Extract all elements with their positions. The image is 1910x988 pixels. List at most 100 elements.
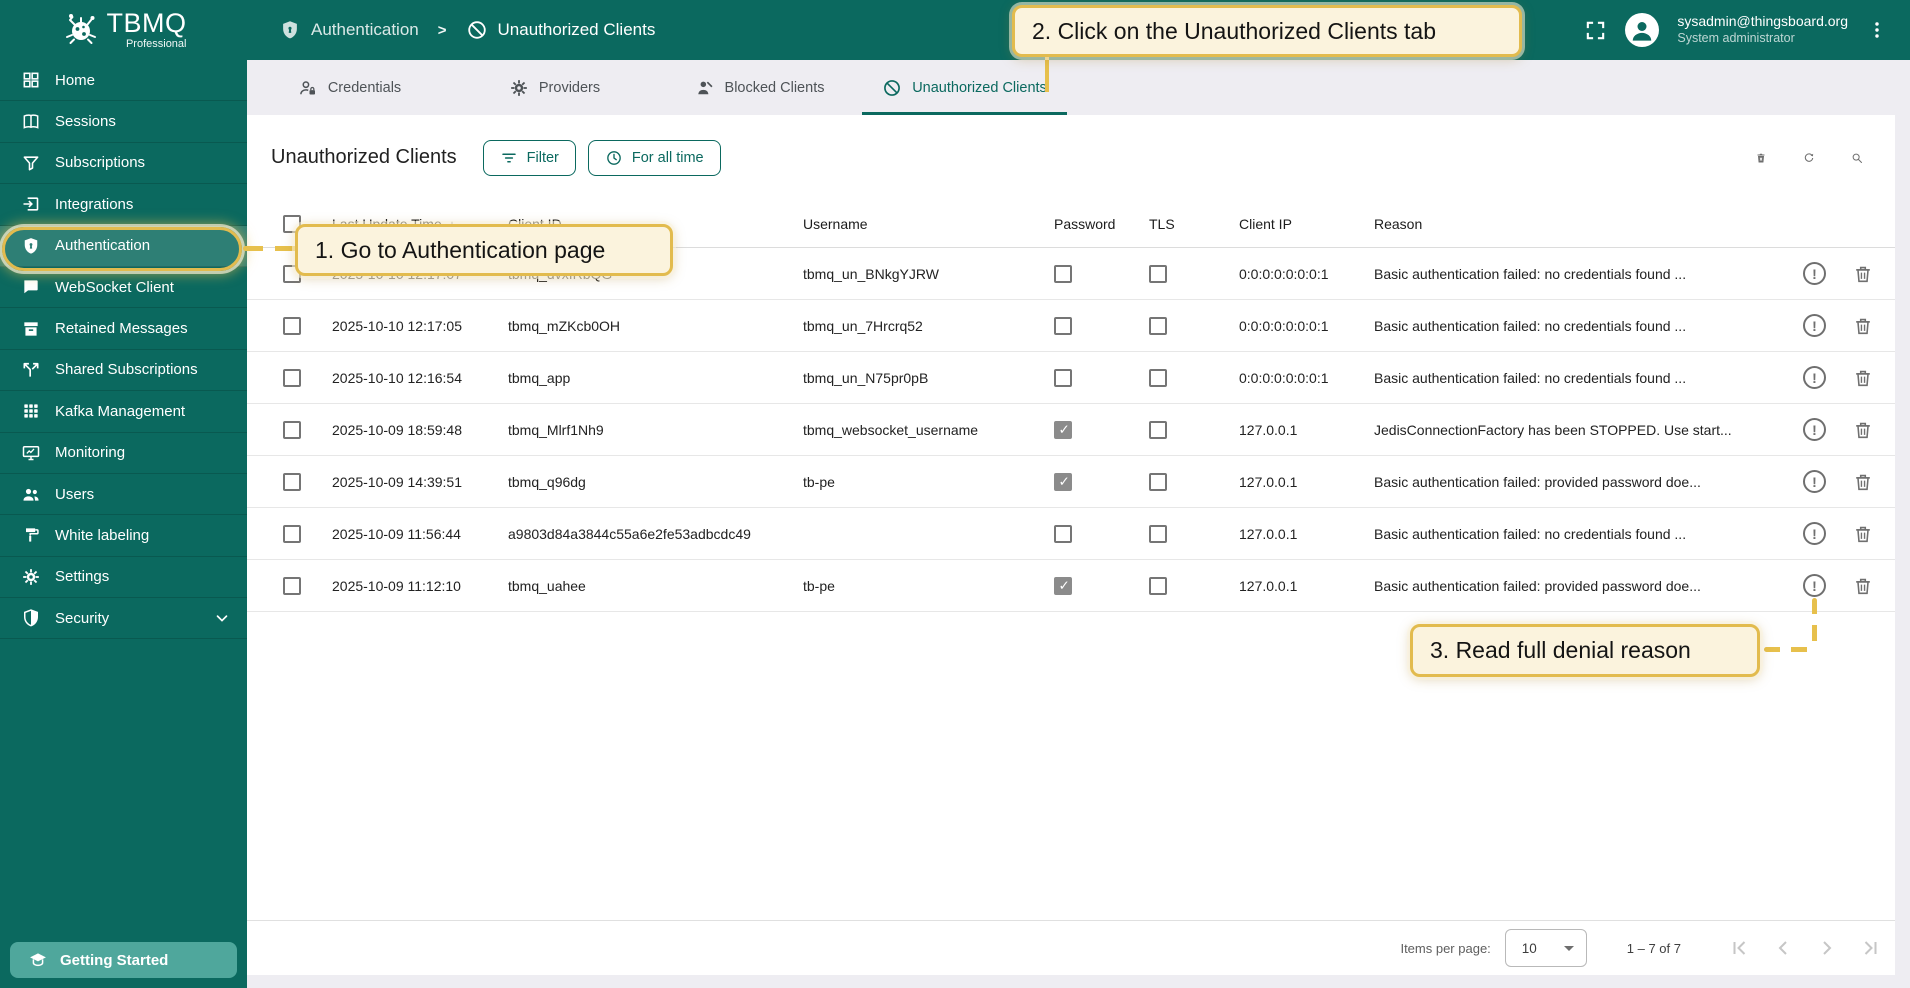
column-client-ip[interactable]: Client IP (1237, 216, 1372, 232)
column-tls[interactable]: TLS (1147, 216, 1237, 232)
table-row[interactable]: 2025-10-09 11:12:10 tbmq_uahee tb-pe 127… (247, 560, 1895, 612)
row-checkbox[interactable] (283, 577, 301, 595)
denial-reason-icon[interactable] (1803, 574, 1826, 597)
delete-row-icon[interactable] (1852, 263, 1874, 285)
column-password[interactable]: Password (1047, 216, 1147, 232)
row-checkbox[interactable] (283, 369, 301, 387)
sidebar-item-retained-messages[interactable]: Retained Messages (0, 308, 247, 349)
denial-reason-icon[interactable] (1803, 262, 1826, 285)
block-icon (466, 19, 488, 41)
main-content: Credentials Providers Blocked Clients Un… (247, 60, 1910, 988)
refresh-button[interactable] (1797, 146, 1821, 170)
first-page-button[interactable] (1727, 936, 1751, 960)
items-per-page-select[interactable]: 10 (1505, 929, 1587, 967)
previous-page-button[interactable] (1771, 936, 1795, 960)
tab-label: Blocked Clients (725, 80, 825, 96)
cell-client-ip: 127.0.0.1 (1237, 526, 1372, 542)
sidebar: TBMQ Professional Home Sessions Subscrip… (0, 0, 247, 988)
sidebar-item-users[interactable]: Users (0, 474, 247, 515)
sidebar-item-settings[interactable]: Settings (0, 557, 247, 598)
table-row[interactable]: 2025-10-09 11:56:44 a9803d84a3844c55a6e2… (247, 508, 1895, 560)
sidebar-item-label: Subscriptions (55, 154, 145, 171)
table-row[interactable]: 2025-10-10 12:16:54 tbmq_app tbmq_un_N75… (247, 352, 1895, 404)
cell-reason: JedisConnectionFactory has been STOPPED.… (1372, 422, 1775, 438)
page-range: 1 – 7 of 7 (1627, 941, 1681, 956)
last-page-button[interactable] (1859, 936, 1883, 960)
archive-icon (21, 319, 41, 339)
monitor-icon (21, 443, 41, 463)
delete-row-icon[interactable] (1852, 315, 1874, 337)
sidebar-item-sessions[interactable]: Sessions (0, 101, 247, 142)
row-checkbox[interactable] (283, 473, 301, 491)
table-row[interactable]: 2025-10-09 18:59:48 tbmq_Mlrf1Nh9 tbmq_w… (247, 404, 1895, 456)
tab-providers[interactable]: Providers (452, 60, 657, 115)
table-row[interactable]: 2025-10-09 14:39:51 tbmq_q96dg tb-pe 127… (247, 456, 1895, 508)
sidebar-item-integrations[interactable]: Integrations (0, 184, 247, 225)
tab-credentials[interactable]: Credentials (247, 60, 452, 115)
clock-icon (605, 149, 623, 167)
breadcrumb-separator: > (438, 22, 447, 39)
chat-icon (21, 277, 41, 297)
filter-button[interactable]: Filter (483, 140, 576, 176)
cell-last-update-time: 2025-10-09 14:39:51 (311, 474, 497, 490)
search-button[interactable] (1845, 146, 1869, 170)
cell-reason: Basic authentication failed: no credenti… (1372, 266, 1775, 282)
gear-icon (509, 78, 529, 98)
delete-all-button[interactable] (1749, 146, 1773, 170)
column-reason[interactable]: Reason (1372, 216, 1775, 232)
user-email: sysadmin@thingsboard.org (1677, 13, 1848, 31)
sidebar-item-label: Retained Messages (55, 320, 188, 337)
denial-reason-icon[interactable] (1803, 314, 1826, 337)
sidebar-item-white-labeling[interactable]: White labeling (0, 515, 247, 556)
delete-row-icon[interactable] (1852, 367, 1874, 389)
time-range-button[interactable]: For all time (588, 140, 721, 176)
delete-row-icon[interactable] (1852, 419, 1874, 441)
breadcrumb-parent[interactable]: Authentication (311, 20, 419, 40)
user-info: sysadmin@thingsboard.org System administ… (1677, 13, 1848, 46)
getting-started-button[interactable]: Getting Started (10, 942, 237, 978)
sidebar-item-websocket-client[interactable]: WebSocket Client (0, 267, 247, 308)
sidebar-item-shared-subscriptions[interactable]: Shared Subscriptions (0, 350, 247, 391)
sidebar-item-monitoring[interactable]: Monitoring (0, 433, 247, 474)
cell-client-id: tbmq_Mlrf1Nh9 (497, 422, 792, 438)
sidebar-item-home[interactable]: Home (0, 60, 247, 101)
filter-button-label: Filter (527, 150, 559, 166)
cell-reason: Basic authentication failed: no credenti… (1372, 370, 1775, 386)
sidebar-item-security[interactable]: Security (0, 598, 247, 639)
more-vert-icon[interactable] (1866, 19, 1888, 41)
denial-reason-icon[interactable] (1803, 522, 1826, 545)
fullscreen-button[interactable] (1584, 19, 1607, 42)
sidebar-nav: Home Sessions Subscriptions Integrations… (0, 60, 247, 639)
sidebar-item-label: Sessions (55, 113, 116, 130)
delete-row-icon[interactable] (1852, 575, 1874, 597)
delete-row-icon[interactable] (1852, 471, 1874, 493)
row-checkbox[interactable] (283, 421, 301, 439)
table-row[interactable]: 2025-10-10 12:17:05 tbmq_mZKcb0OH tbmq_u… (247, 300, 1895, 352)
sidebar-item-subscriptions[interactable]: Subscriptions (0, 143, 247, 184)
logo-subtitle: Professional (126, 39, 187, 50)
cell-client-ip: 127.0.0.1 (1237, 422, 1372, 438)
annotation-step-2: 2. Click on the Unauthorized Clients tab (1012, 5, 1522, 57)
tbmq-bug-logo-icon (61, 8, 101, 53)
tab-label: Providers (539, 80, 600, 96)
cell-reason: Basic authentication failed: provided pa… (1372, 578, 1775, 594)
password-checkbox (1054, 577, 1072, 595)
avatar[interactable] (1625, 13, 1659, 47)
denial-reason-icon[interactable] (1803, 366, 1826, 389)
denial-reason-icon[interactable] (1803, 418, 1826, 441)
sidebar-item-authentication[interactable]: Authentication (0, 226, 247, 267)
column-username[interactable]: Username (792, 216, 1047, 232)
delete-row-icon[interactable] (1852, 523, 1874, 545)
sidebar-item-label: WebSocket Client (55, 279, 174, 296)
tab-blocked-clients[interactable]: Blocked Clients (657, 60, 862, 115)
denial-reason-icon[interactable] (1803, 470, 1826, 493)
tab-bar: Credentials Providers Blocked Clients Un… (247, 60, 1069, 115)
password-checkbox (1054, 525, 1072, 543)
paint-icon (21, 525, 41, 545)
next-page-button[interactable] (1815, 936, 1839, 960)
call-split-icon (21, 360, 41, 380)
sidebar-item-kafka-management[interactable]: Kafka Management (0, 391, 247, 432)
row-checkbox[interactable] (283, 525, 301, 543)
tab-unauthorized-clients[interactable]: Unauthorized Clients (862, 60, 1067, 115)
row-checkbox[interactable] (283, 317, 301, 335)
